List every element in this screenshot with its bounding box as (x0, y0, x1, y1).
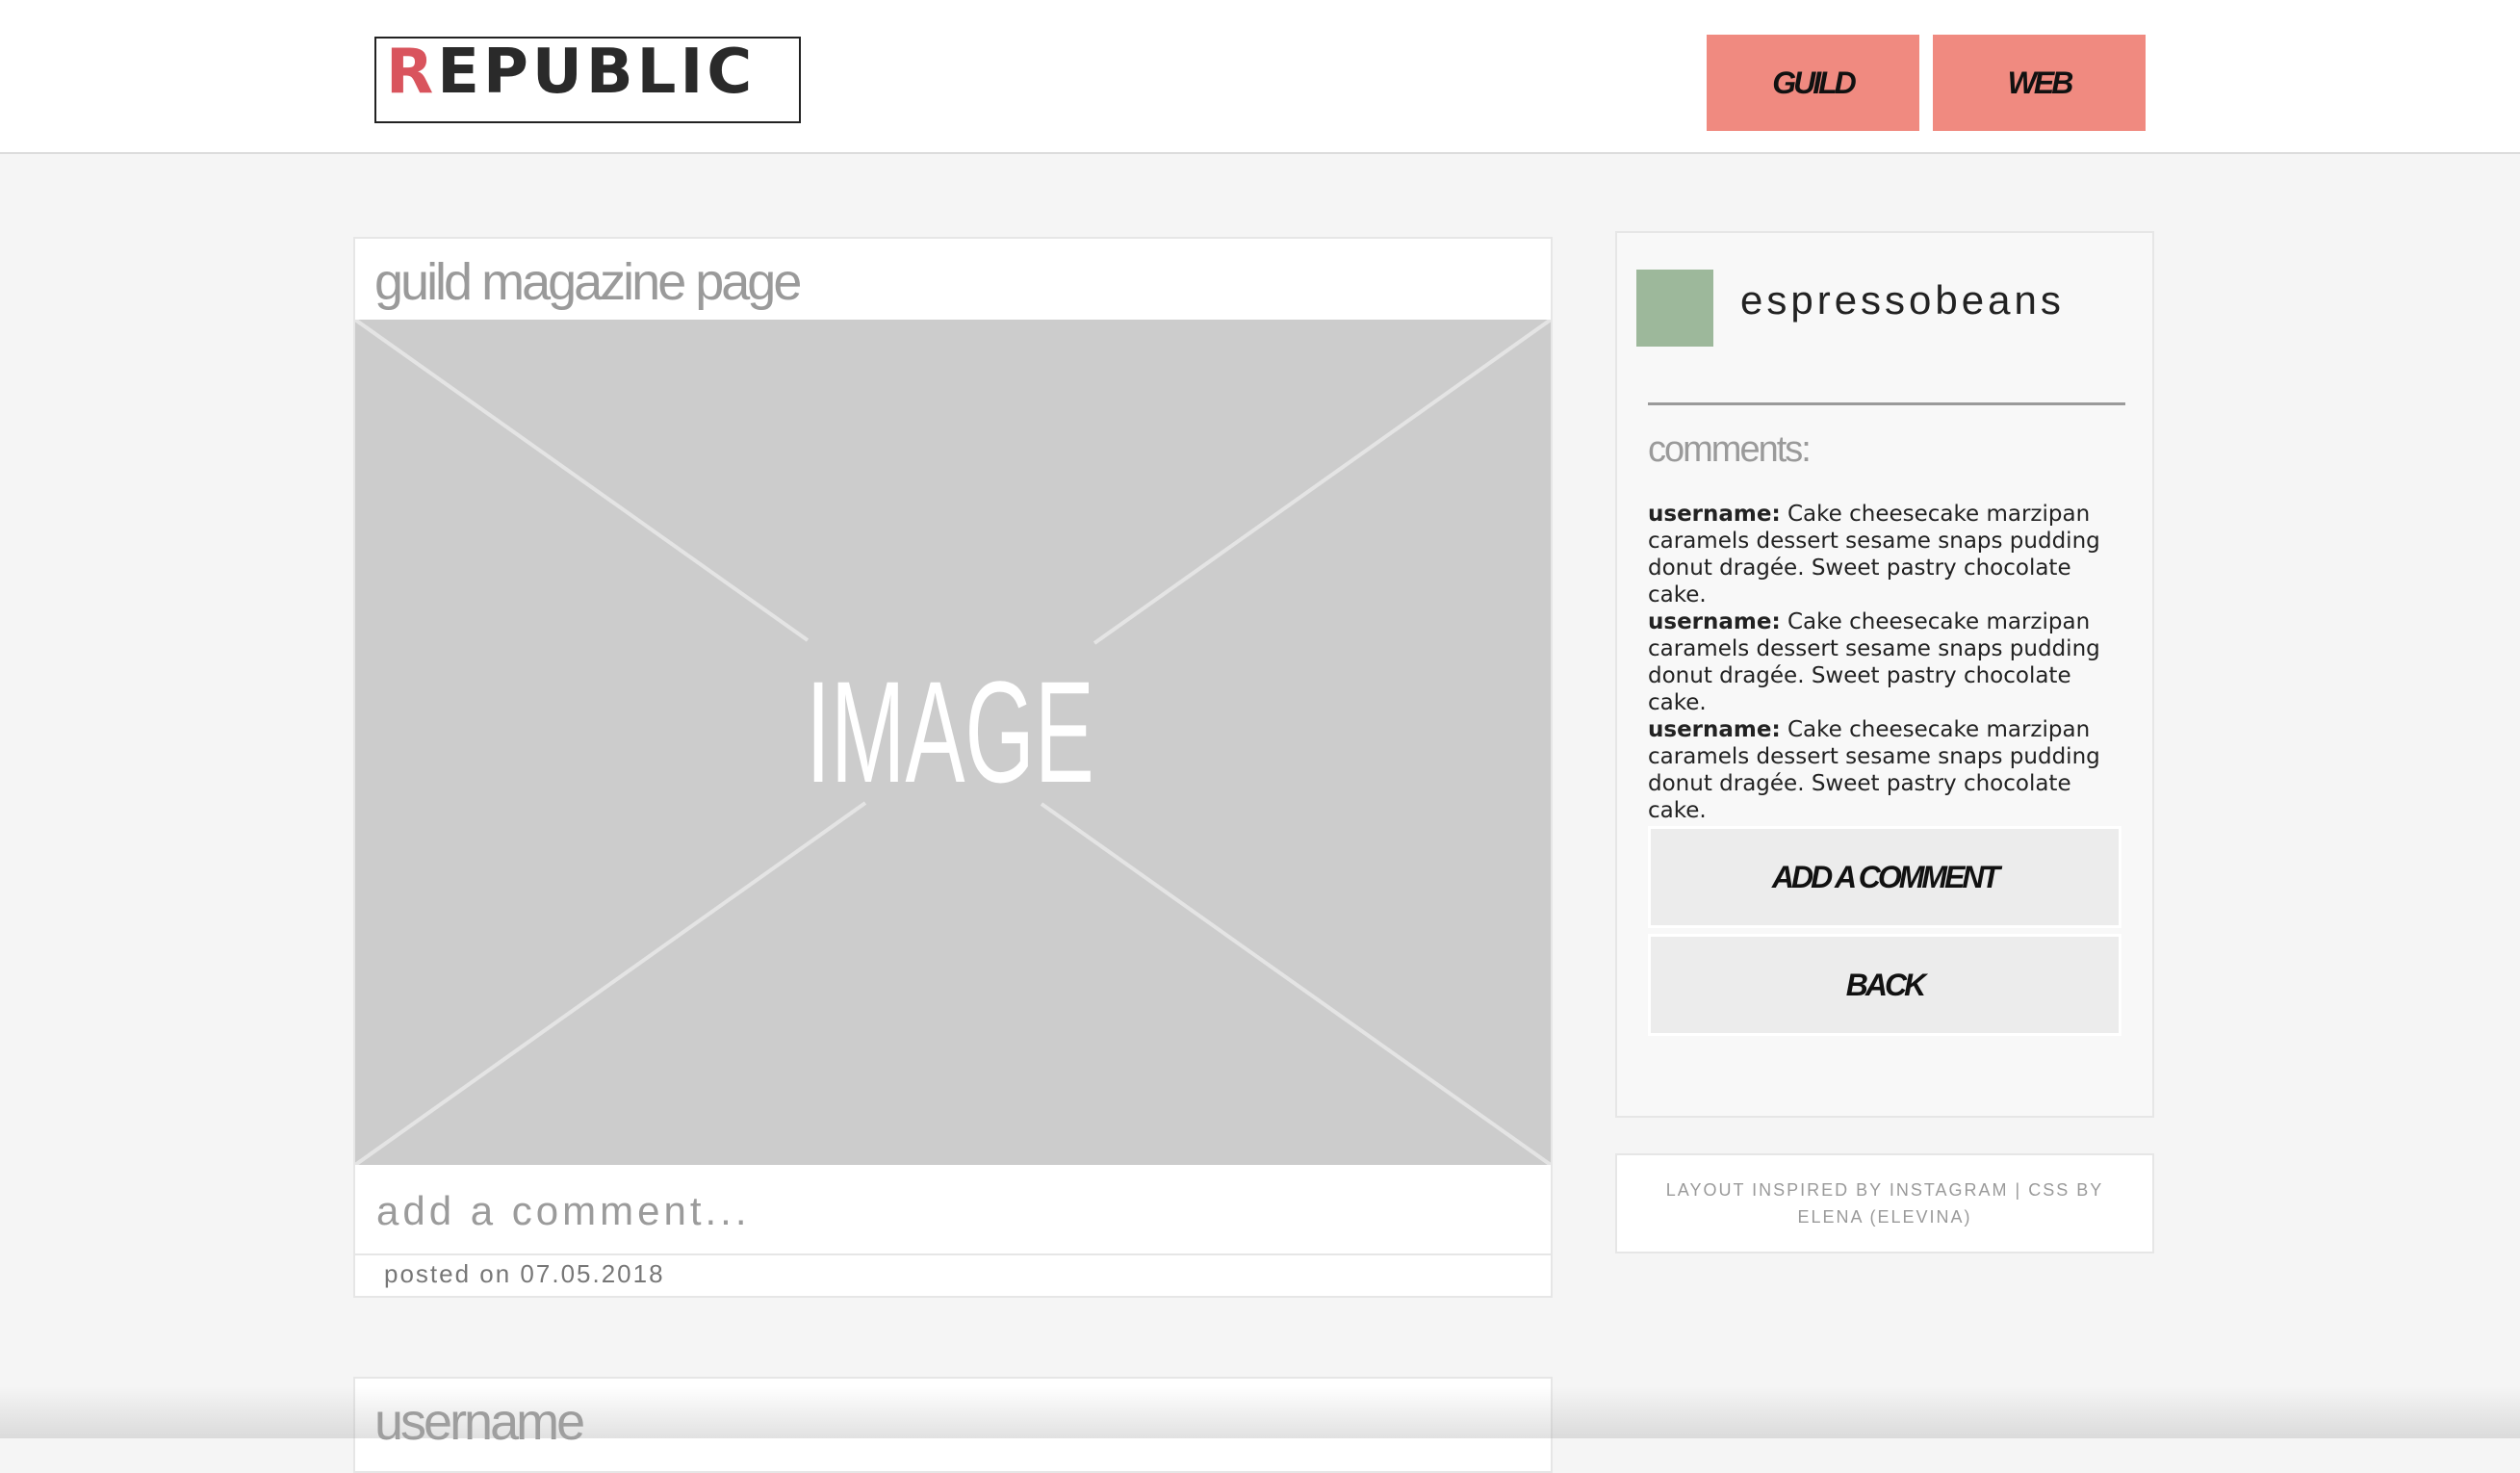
profile-username[interactable]: espressobeans (1740, 277, 2065, 323)
footer-credit: LAYOUT INSPIRED BY INSTAGRAM | CSS BY EL… (1615, 1153, 2154, 1253)
logo-text: EPUBLIC (437, 37, 757, 108)
post-image-placeholder[interactable]: IMAGE (355, 320, 1551, 1165)
next-post-card: username (353, 1377, 1553, 1473)
comment-item: username: Cake cheesecake marzipan caram… (1648, 501, 2129, 608)
logo-first-letter: R (386, 37, 438, 108)
nav-guild-button[interactable]: GUILD (1707, 35, 1919, 131)
post-card: guild magazine page IMAGE posted on 07.0… (353, 237, 1553, 1298)
profile-sidebar: espressobeans comments: username: Cake c… (1615, 231, 2154, 1118)
comments-heading: comments: (1648, 429, 1812, 470)
post-date: posted on 07.05.2018 (384, 1259, 665, 1288)
add-comment-input[interactable] (374, 1178, 1514, 1244)
back-button[interactable]: BACK (1648, 934, 2121, 1036)
post-title: guild magazine page (374, 253, 802, 311)
comment-item: username: Cake cheesecake marzipan caram… (1648, 608, 2129, 716)
comment-username[interactable]: username: (1648, 502, 1781, 527)
comment-item: username: Cake cheesecake marzipan caram… (1648, 716, 2129, 824)
add-comment-button[interactable]: ADD A COMMENT (1648, 826, 2121, 928)
image-placeholder-label: IMAGE (806, 652, 1094, 813)
post-divider (355, 1253, 1551, 1255)
sidebar-divider (1648, 402, 2125, 405)
next-post-title: username (374, 1393, 585, 1451)
comment-username[interactable]: username: (1648, 609, 1781, 634)
avatar[interactable] (1636, 270, 1713, 347)
comment-username[interactable]: username: (1648, 717, 1781, 742)
nav-web-button[interactable]: WEB (1933, 35, 2146, 131)
top-navigation-bar: REPUBLIC GUILD WEB (0, 0, 2520, 154)
image-placeholder-graphic: IMAGE (355, 320, 1551, 1165)
site-logo[interactable]: REPUBLIC (374, 37, 801, 123)
